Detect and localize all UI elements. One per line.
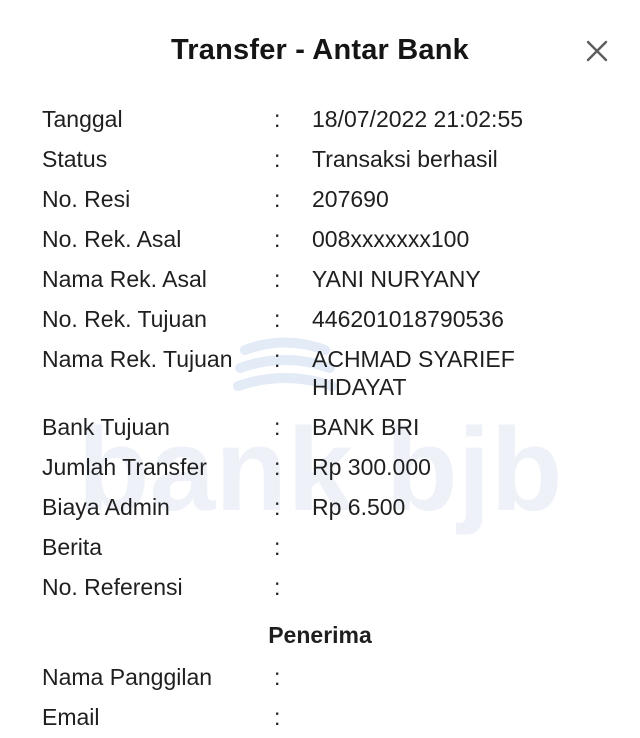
transaction-detail-dialog: bank bjb Transfer - Antar Bank Tanggal :… bbox=[0, 0, 640, 738]
page-title: Transfer - Antar Bank bbox=[170, 34, 470, 66]
detail-colon: : bbox=[274, 664, 281, 690]
detail-label: Email bbox=[42, 704, 100, 730]
detail-label: Nama Rek. Asal bbox=[42, 266, 207, 292]
detail-value-line-1: ACHMAD SYARIEF bbox=[312, 346, 515, 372]
detail-value: 18/07/2022 21:02:55 bbox=[312, 106, 524, 132]
detail-value: Rp 300.000 bbox=[312, 454, 431, 480]
detail-colon: : bbox=[274, 306, 281, 332]
detail-value: 446201018790536 bbox=[312, 306, 504, 332]
detail-value-line-2: HIDAYAT bbox=[312, 374, 407, 400]
close-icon[interactable] bbox=[584, 38, 610, 64]
detail-colon: : bbox=[274, 454, 281, 480]
detail-colon: : bbox=[274, 704, 281, 730]
detail-value: ACHMAD SYARIEF HIDAYAT bbox=[312, 345, 612, 401]
detail-label: No. Resi bbox=[42, 186, 131, 212]
detail-label: Biaya Admin bbox=[42, 494, 170, 520]
detail-label: Nama Panggilan bbox=[42, 664, 213, 690]
detail-colon: : bbox=[274, 106, 281, 132]
detail-colon: : bbox=[274, 494, 281, 520]
detail-value: BANK BRI bbox=[312, 414, 420, 440]
detail-label: Nama Rek. Tujuan bbox=[42, 346, 233, 372]
detail-label: No. Referensi bbox=[42, 574, 183, 600]
detail-colon: : bbox=[274, 534, 281, 560]
detail-value: 207690 bbox=[312, 186, 389, 212]
detail-colon: : bbox=[274, 266, 281, 292]
detail-value: Rp 6.500 bbox=[312, 494, 406, 520]
detail-label: Berita bbox=[42, 534, 103, 560]
detail-label: Status bbox=[42, 146, 108, 172]
section-title-penerima: Penerima bbox=[268, 622, 372, 648]
detail-label: Jumlah Transfer bbox=[42, 454, 207, 480]
detail-colon: : bbox=[274, 414, 281, 440]
detail-colon: : bbox=[274, 186, 281, 212]
detail-label: No. Rek. Asal bbox=[42, 226, 182, 252]
detail-colon: : bbox=[274, 146, 281, 172]
detail-label: No. Rek. Tujuan bbox=[42, 306, 207, 332]
detail-colon: : bbox=[274, 574, 281, 600]
detail-value: YANI NURYANY bbox=[312, 266, 481, 292]
detail-value: 008xxxxxxx100 bbox=[312, 226, 470, 252]
detail-label: Tanggal bbox=[42, 106, 123, 132]
detail-colon: : bbox=[274, 346, 281, 372]
detail-value: Transaksi berhasil bbox=[312, 146, 498, 172]
detail-colon: : bbox=[274, 226, 281, 252]
detail-label: Bank Tujuan bbox=[42, 414, 170, 440]
